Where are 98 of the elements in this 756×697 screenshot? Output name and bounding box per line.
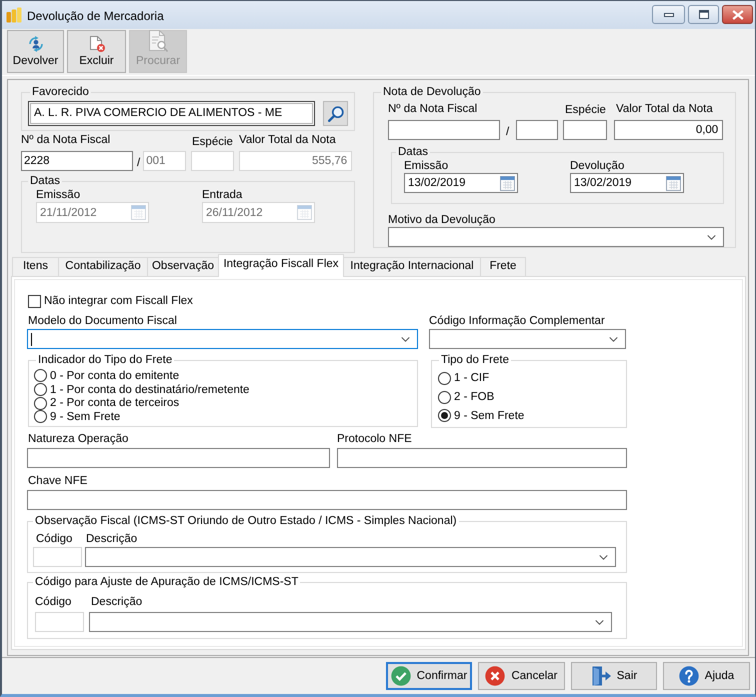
text-field[interactable] — [563, 120, 608, 140]
chevron-down-icon — [401, 336, 410, 342]
field-label: Espécie — [192, 135, 233, 149]
maximize-icon — [698, 10, 708, 19]
window-title: Devolução de Mercadoria — [27, 9, 164, 23]
radio-label: 0 - Por conta do emitente — [50, 368, 180, 383]
field-label: Descrição — [86, 532, 138, 546]
group-title: Datas — [397, 145, 430, 159]
field-label: Descrição — [91, 595, 142, 609]
field-label: Natureza Operação — [28, 432, 128, 446]
field-label: Código Informação Complementar — [429, 314, 605, 328]
text-field[interactable] — [388, 120, 500, 140]
text-field[interactable] — [337, 448, 627, 468]
checkbox[interactable] — [28, 294, 41, 308]
field-label: Nº da Nota Fiscal — [21, 133, 110, 147]
radio-label: 1 - Por conta do destinatário/remetente — [50, 382, 250, 397]
maximize-button[interactable] — [688, 5, 719, 24]
separator-label: / — [506, 125, 510, 139]
field-label: Devolução — [570, 159, 624, 173]
dropdown-field[interactable] — [89, 612, 612, 632]
delete-button[interactable]: Excluir — [67, 30, 126, 73]
calendar-icon — [131, 205, 146, 220]
calendar-icon — [666, 176, 681, 190]
field-label: Chave NFE — [28, 474, 88, 488]
tab[interactable]: Integração Fiscall Flex — [218, 254, 344, 277]
text-field[interactable] — [27, 448, 330, 468]
field-label: Modelo do Documento Fiscal — [28, 314, 177, 328]
radio-button[interactable] — [34, 410, 47, 424]
text-field[interactable]: 0,00 — [614, 120, 724, 140]
chevron-down-icon — [609, 336, 618, 342]
radio-button[interactable] — [34, 396, 47, 410]
search-icon — [328, 106, 344, 122]
x-circle-icon — [485, 666, 506, 686]
group-title: Datas — [29, 174, 62, 188]
radio-button[interactable] — [34, 383, 47, 396]
radio-label: 9 - Sem Frete — [50, 410, 120, 424]
dropdown-field[interactable] — [27, 329, 418, 349]
text-field[interactable] — [27, 490, 627, 510]
document-delete-icon — [88, 36, 104, 52]
field-label: Nº da Nota Fiscal — [388, 102, 478, 116]
document-search-icon — [148, 30, 168, 52]
field-label: Valor Total da Nota — [616, 102, 713, 116]
person-arrows-icon — [28, 36, 44, 52]
tab[interactable]: Itens — [12, 257, 59, 276]
date-field[interactable]: 13/02/2019 — [404, 173, 518, 193]
dropdown-field[interactable] — [388, 227, 724, 247]
text-field[interactable]: A. L. R. PIVA COMERCIO DE ALIMENTOS - ME — [28, 101, 315, 126]
radio-label: 1 - CIF — [454, 371, 490, 386]
group-title: Código para Ajuste de Apuração de ICMS/ICMS-ST — [34, 575, 300, 589]
radio-button[interactable] — [438, 372, 451, 385]
field-label: Emissão — [36, 188, 80, 202]
field-label: Motivo da Devolução — [388, 214, 496, 227]
chevron-down-icon — [595, 620, 604, 624]
bars-icon — [6, 7, 22, 23]
close-icon — [732, 10, 744, 20]
help-icon — [678, 666, 699, 686]
group-title: Nota de Devolução — [382, 85, 482, 99]
field-label: Código — [35, 595, 72, 609]
chevron-down-icon — [707, 234, 716, 240]
return-button[interactable]: Devolver — [7, 30, 64, 73]
close-button[interactable] — [722, 5, 753, 24]
group-title: Favorecido — [31, 85, 90, 99]
check-circle-icon — [390, 666, 411, 686]
separator-label: / — [137, 156, 140, 170]
radio-button[interactable] — [34, 369, 47, 382]
dropdown-field[interactable] — [429, 329, 626, 349]
chevron-down-icon — [599, 554, 608, 560]
minimize-button[interactable] — [652, 5, 685, 24]
field-label: Entrada — [202, 188, 242, 202]
search-button[interactable] — [323, 101, 348, 126]
radio-label: 2 - FOB — [454, 390, 494, 404]
field-label: Protocolo NFE — [337, 432, 412, 446]
minimize-icon — [664, 12, 674, 16]
field-label: Espécie — [565, 103, 606, 117]
text-field[interactable]: 2228 — [21, 151, 133, 171]
calendar-icon — [297, 205, 312, 220]
field-label: Emissão — [404, 159, 448, 173]
field-label: Código — [36, 532, 72, 546]
group-title: Tipo do Frete — [440, 353, 510, 367]
text-cursor-icon — [31, 332, 32, 346]
radio-button[interactable] — [438, 390, 451, 404]
calendar-icon — [500, 176, 515, 190]
exit-button[interactable]: Sair — [571, 662, 657, 690]
help-button[interactable]: Ajuda — [663, 662, 750, 690]
group-title: Observação Fiscal (ICMS-ST Oriundo de Outro Estado / ICMS - Simples Nacional) — [34, 514, 458, 528]
confirm-button[interactable]: Confirmar — [386, 662, 472, 690]
group-title: Indicador do Tipo do Frete — [37, 353, 174, 367]
cancel-button[interactable]: Cancelar — [478, 662, 565, 690]
field-label: Valor Total da Nota — [239, 133, 336, 147]
date-field[interactable]: 13/02/2019 — [570, 173, 684, 193]
radio-label: 9 - Sem Frete — [454, 408, 524, 423]
radio-label: 2 - Por conta de terceiros — [50, 396, 180, 410]
tab[interactable]: Frete — [480, 257, 526, 276]
radio-button[interactable] — [438, 409, 451, 422]
dropdown-field[interactable] — [85, 547, 616, 567]
text-field[interactable] — [516, 120, 558, 140]
door-exit-icon — [590, 666, 611, 686]
checkbox-label: Não integrar com Fiscall Flex — [44, 294, 193, 308]
